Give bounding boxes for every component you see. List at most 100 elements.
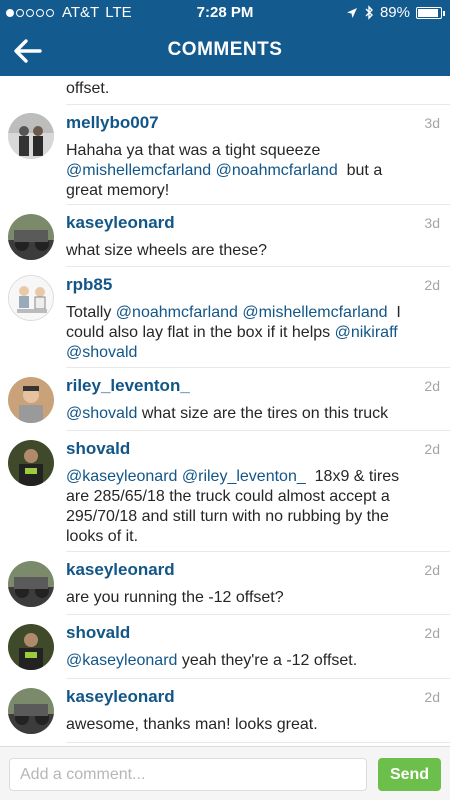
mention-link[interactable]: @kaseyleonard <box>66 652 177 669</box>
comments-list[interactable]: offset. mellybo007 3d Hahaha ya that was… <box>0 76 450 746</box>
battery-percent: 89% <box>379 4 410 21</box>
mention-link[interactable]: @shovald <box>66 405 137 422</box>
comment-text: what size are the tires on this truck <box>137 405 389 422</box>
comment-text: looks of it. <box>66 528 139 545</box>
comment-time: 2d <box>424 625 440 641</box>
comment-username[interactable]: kaseyleonard <box>66 213 175 233</box>
comment-username[interactable]: shovald <box>66 439 130 459</box>
avatar[interactable] <box>8 377 54 423</box>
mention-link[interactable]: @nikiraff <box>335 324 398 341</box>
mention-link[interactable]: @riley_leventon_ <box>182 468 306 485</box>
comment-username[interactable]: rpb85 <box>66 275 112 295</box>
avatar-photo-icon <box>8 561 54 607</box>
comment-username[interactable]: kaseyleonard <box>66 687 175 707</box>
comment-item-partial: offset. <box>66 76 450 105</box>
comment-text: 18x9 & tires <box>305 468 400 485</box>
comment-line: awesome, thanks man! looks great. <box>66 715 430 735</box>
mention-link[interactable]: @kaseyleonard <box>66 468 177 485</box>
comment-line: looks of it. <box>66 527 430 547</box>
comment-text: Hahaha ya that was a tight squeeze <box>66 142 321 159</box>
avatar[interactable] <box>8 440 54 486</box>
comment-time: 2d <box>424 277 440 293</box>
comment-item: kaseyleonard 3d what size wheels are the… <box>0 205 450 267</box>
comment-line: Hahaha ya that was a tight squeeze <box>66 141 430 161</box>
comment-body: what size wheels are these? <box>66 241 430 261</box>
comment-content: riley_leventon_ 2d @shovald what size ar… <box>66 368 450 431</box>
comment-body: Hahaha ya that was a tight squeeze @mish… <box>66 141 430 201</box>
avatar-photo-icon <box>9 276 53 320</box>
comment-time: 3d <box>424 115 440 131</box>
comment-content: kaseyleonard 2d awesome, thanks man! loo… <box>66 679 450 743</box>
avatar[interactable] <box>8 113 54 159</box>
nav-bar: COMMENTS <box>0 26 450 76</box>
comment-body: offset. <box>66 80 110 97</box>
comment-input[interactable] <box>9 758 367 791</box>
comment-username[interactable]: shovald <box>66 623 130 643</box>
comment-text: are 285/65/18 the truck could almost acc… <box>66 488 390 505</box>
comment-text: great memory! <box>66 182 170 199</box>
status-bar: AT&T LTE 7:28 PM 89% <box>0 0 450 26</box>
comment-username[interactable]: mellybo007 <box>66 113 159 133</box>
avatar[interactable] <box>8 214 54 260</box>
comment-content: kaseyleonard 2d are you running the -12 … <box>66 552 450 615</box>
mention-link[interactable]: @shovald <box>66 344 137 361</box>
comment-text: 295/70/18 and still turn with no rubbing… <box>66 508 389 525</box>
mention-link[interactable]: @mishellemcfarland <box>66 162 211 179</box>
avatar-photo-icon <box>8 688 54 734</box>
comment-line: what size wheels are these? <box>66 241 430 261</box>
comment-time: 2d <box>424 562 440 578</box>
avatar-photo-icon <box>8 624 54 670</box>
comment-text: yeah they're a -12 offset. <box>177 652 358 669</box>
comment-line: great memory! <box>66 181 430 201</box>
mention-link[interactable]: @noahmcfarland <box>216 162 338 179</box>
comment-line: @shovald <box>66 343 430 363</box>
comment-text: are you running the -12 offset? <box>66 589 284 606</box>
battery-fill <box>418 8 438 17</box>
mention-link[interactable]: @mishellemcfarland <box>242 304 387 321</box>
page-title: COMMENTS <box>167 39 283 60</box>
comment-line: are you running the -12 offset? <box>66 588 430 608</box>
avatar[interactable] <box>8 624 54 670</box>
comment-username[interactable]: kaseyleonard <box>66 560 175 580</box>
send-button[interactable]: Send <box>378 758 441 791</box>
comment-body: @kaseyleonard @riley_leventon_ 18x9 & ti… <box>66 467 430 547</box>
comment-content: rpb85 2d Totally @noahmcfarland @mishell… <box>66 267 450 368</box>
comment-line: @shovald what size are the tires on this… <box>66 404 430 424</box>
avatar[interactable] <box>8 688 54 734</box>
comment-line: @kaseyleonard @riley_leventon_ 18x9 & ti… <box>66 467 430 487</box>
comment-content: shovald 2d @kaseyleonard @riley_leventon… <box>66 431 450 552</box>
comment-item: shovald 2d @kaseyleonard yeah they're a … <box>0 615 450 679</box>
comment-item: kaseyleonard 2d awesome, thanks man! loo… <box>0 679 450 743</box>
comment-body: are you running the -12 offset? <box>66 588 430 608</box>
avatar-photo-icon <box>8 377 54 423</box>
comment-text: what size wheels are these? <box>66 242 267 259</box>
comment-line: @kaseyleonard yeah they're a -12 offset. <box>66 651 430 671</box>
avatar-photo-icon <box>8 214 54 260</box>
comment-time: 2d <box>424 441 440 457</box>
mention-link[interactable]: @noahmcfarland <box>116 304 238 321</box>
avatar[interactable] <box>8 275 54 321</box>
comment-text: Totally <box>66 304 116 321</box>
comment-line: @mishellemcfarland @noahmcfarland but a <box>66 161 430 181</box>
comment-item: mellybo007 3d Hahaha ya that was a tight… <box>0 105 450 205</box>
comment-content: mellybo007 3d Hahaha ya that was a tight… <box>66 105 450 205</box>
battery-icon <box>416 6 445 19</box>
comment-text: but a <box>337 162 383 179</box>
bluetooth-icon <box>365 5 373 20</box>
avatar[interactable] <box>8 561 54 607</box>
comment-body: @shovald what size are the tires on this… <box>66 404 430 424</box>
comment-content: kaseyleonard 3d what size wheels are the… <box>66 205 450 267</box>
comment-line: are 285/65/18 the truck could almost acc… <box>66 487 430 507</box>
comment-username[interactable]: riley_leventon_ <box>66 376 190 396</box>
comment-time: 2d <box>424 689 440 705</box>
comment-composer: Send <box>0 746 450 800</box>
comment-content: shovald 2d @kaseyleonard yeah they're a … <box>66 615 450 679</box>
comment-body: Totally @noahmcfarland @mishellemcfarlan… <box>66 303 430 363</box>
comment-line: 295/70/18 and still turn with no rubbing… <box>66 507 430 527</box>
comment-text: awesome, thanks man! looks great. <box>66 716 318 733</box>
comment-line: Totally @noahmcfarland @mishellemcfarlan… <box>66 303 430 323</box>
comment-time: 2d <box>424 378 440 394</box>
header: AT&T LTE 7:28 PM 89% COMMENTS <box>0 0 450 76</box>
avatar-photo-icon <box>8 440 54 486</box>
comment-item: riley_leventon_ 2d @shovald what size ar… <box>0 368 450 431</box>
